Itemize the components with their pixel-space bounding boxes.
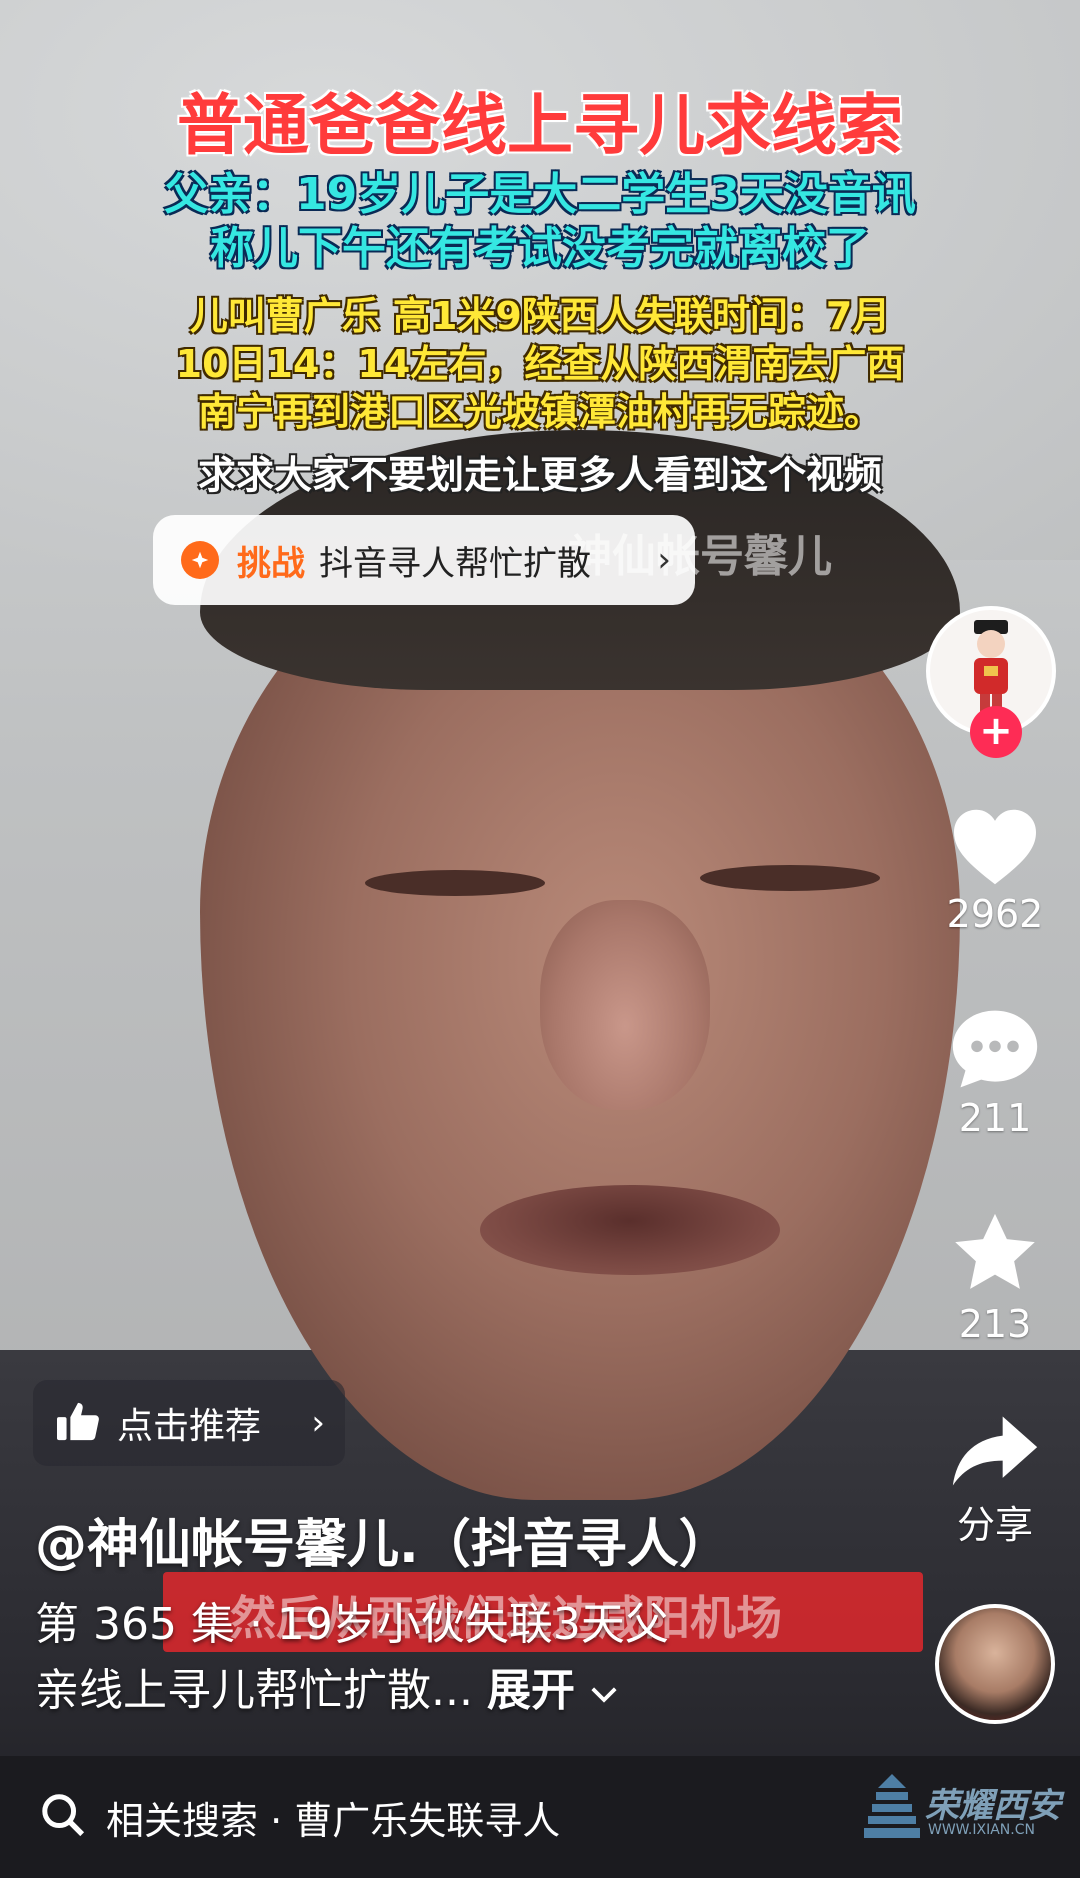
chevron-right-icon: › — [311, 1403, 325, 1443]
description-line-2-wrap: 亲线上寻儿帮忙扩散... 展开 — [35, 1658, 795, 1724]
like-button[interactable]: 2962 — [930, 806, 1060, 936]
comment-icon — [930, 1006, 1060, 1092]
music-avatar[interactable] — [935, 1604, 1055, 1724]
challenge-pill[interactable]: 挑战 抖音寻人帮忙扩散 › — [153, 515, 695, 605]
share-icon — [930, 1412, 1060, 1490]
person-nose — [540, 900, 710, 1110]
description-line-1: 第 365 集 · 19岁小伙失联3天父 — [35, 1599, 669, 1650]
thumbs-up-icon — [55, 1400, 101, 1446]
like-count: 2962 — [946, 892, 1044, 936]
star-icon — [930, 1210, 1060, 1298]
comment-button[interactable]: 211 — [930, 1006, 1060, 1140]
recommend-button[interactable]: 点击推荐 › — [33, 1380, 345, 1466]
caption-white: 求求大家不要划走让更多人看到这个视频 — [197, 453, 882, 497]
challenge-text: 抖音寻人帮忙扩散 — [319, 543, 591, 584]
person-left-eye — [365, 870, 545, 896]
chevron-right-icon: › — [657, 540, 671, 580]
caption-title: 普通爸爸线上寻儿求线索 — [177, 87, 903, 164]
challenge-icon — [181, 541, 219, 579]
caption-line-2: 称儿下午还有考试没考完就离校了 — [210, 223, 870, 274]
related-search-text: 相关搜索 · 曹广乐失联寻人 — [106, 1798, 561, 1843]
recommend-label: 点击推荐 — [117, 1406, 262, 1447]
heart-icon — [930, 806, 1060, 888]
caption-yellow-1: 儿叫曹广乐 高1米9陕西人失联时间：7月 — [189, 294, 891, 338]
person-mouth — [480, 1185, 780, 1275]
comment-count: 211 — [958, 1096, 1032, 1140]
caption-yellow-2: 10日14：14左右，经查从陕西渭南去广西 — [175, 342, 905, 386]
caption-yellow-3: 南宁再到港口区光坡镇潭油村再无踪迹。 — [197, 390, 882, 434]
favorite-count: 213 — [958, 1302, 1032, 1346]
expand-button[interactable]: 展开 — [487, 1665, 575, 1716]
logo-name: 荣耀西安 — [925, 1786, 1061, 1826]
video-frame[interactable]: 普通爸爸线上寻儿求线索 父亲：19岁儿子是大二学生3天没音讯 称儿下午还有考试没… — [0, 0, 1080, 1878]
challenge-tag: 挑战 — [237, 543, 305, 584]
chevron-down-icon — [589, 1665, 619, 1716]
person-right-eye — [700, 865, 880, 891]
favorite-button[interactable]: 213 — [930, 1210, 1060, 1346]
video-description[interactable]: 第 365 集 · 19岁小伙失联3天父 亲线上寻儿帮忙扩散... 展开 — [35, 1592, 795, 1724]
share-label: 分享 — [956, 1503, 1033, 1547]
logo-url: WWW.IXIAN.CN — [928, 1822, 1035, 1838]
share-button[interactable]: 分享 — [930, 1412, 1060, 1549]
follow-button[interactable]: + — [970, 706, 1022, 758]
search-icon — [40, 1792, 86, 1842]
description-line-2: 亲线上寻儿帮忙扩散... — [35, 1665, 473, 1716]
author-name[interactable]: @神仙帐号馨儿.（抖音寻人） — [35, 1502, 731, 1577]
